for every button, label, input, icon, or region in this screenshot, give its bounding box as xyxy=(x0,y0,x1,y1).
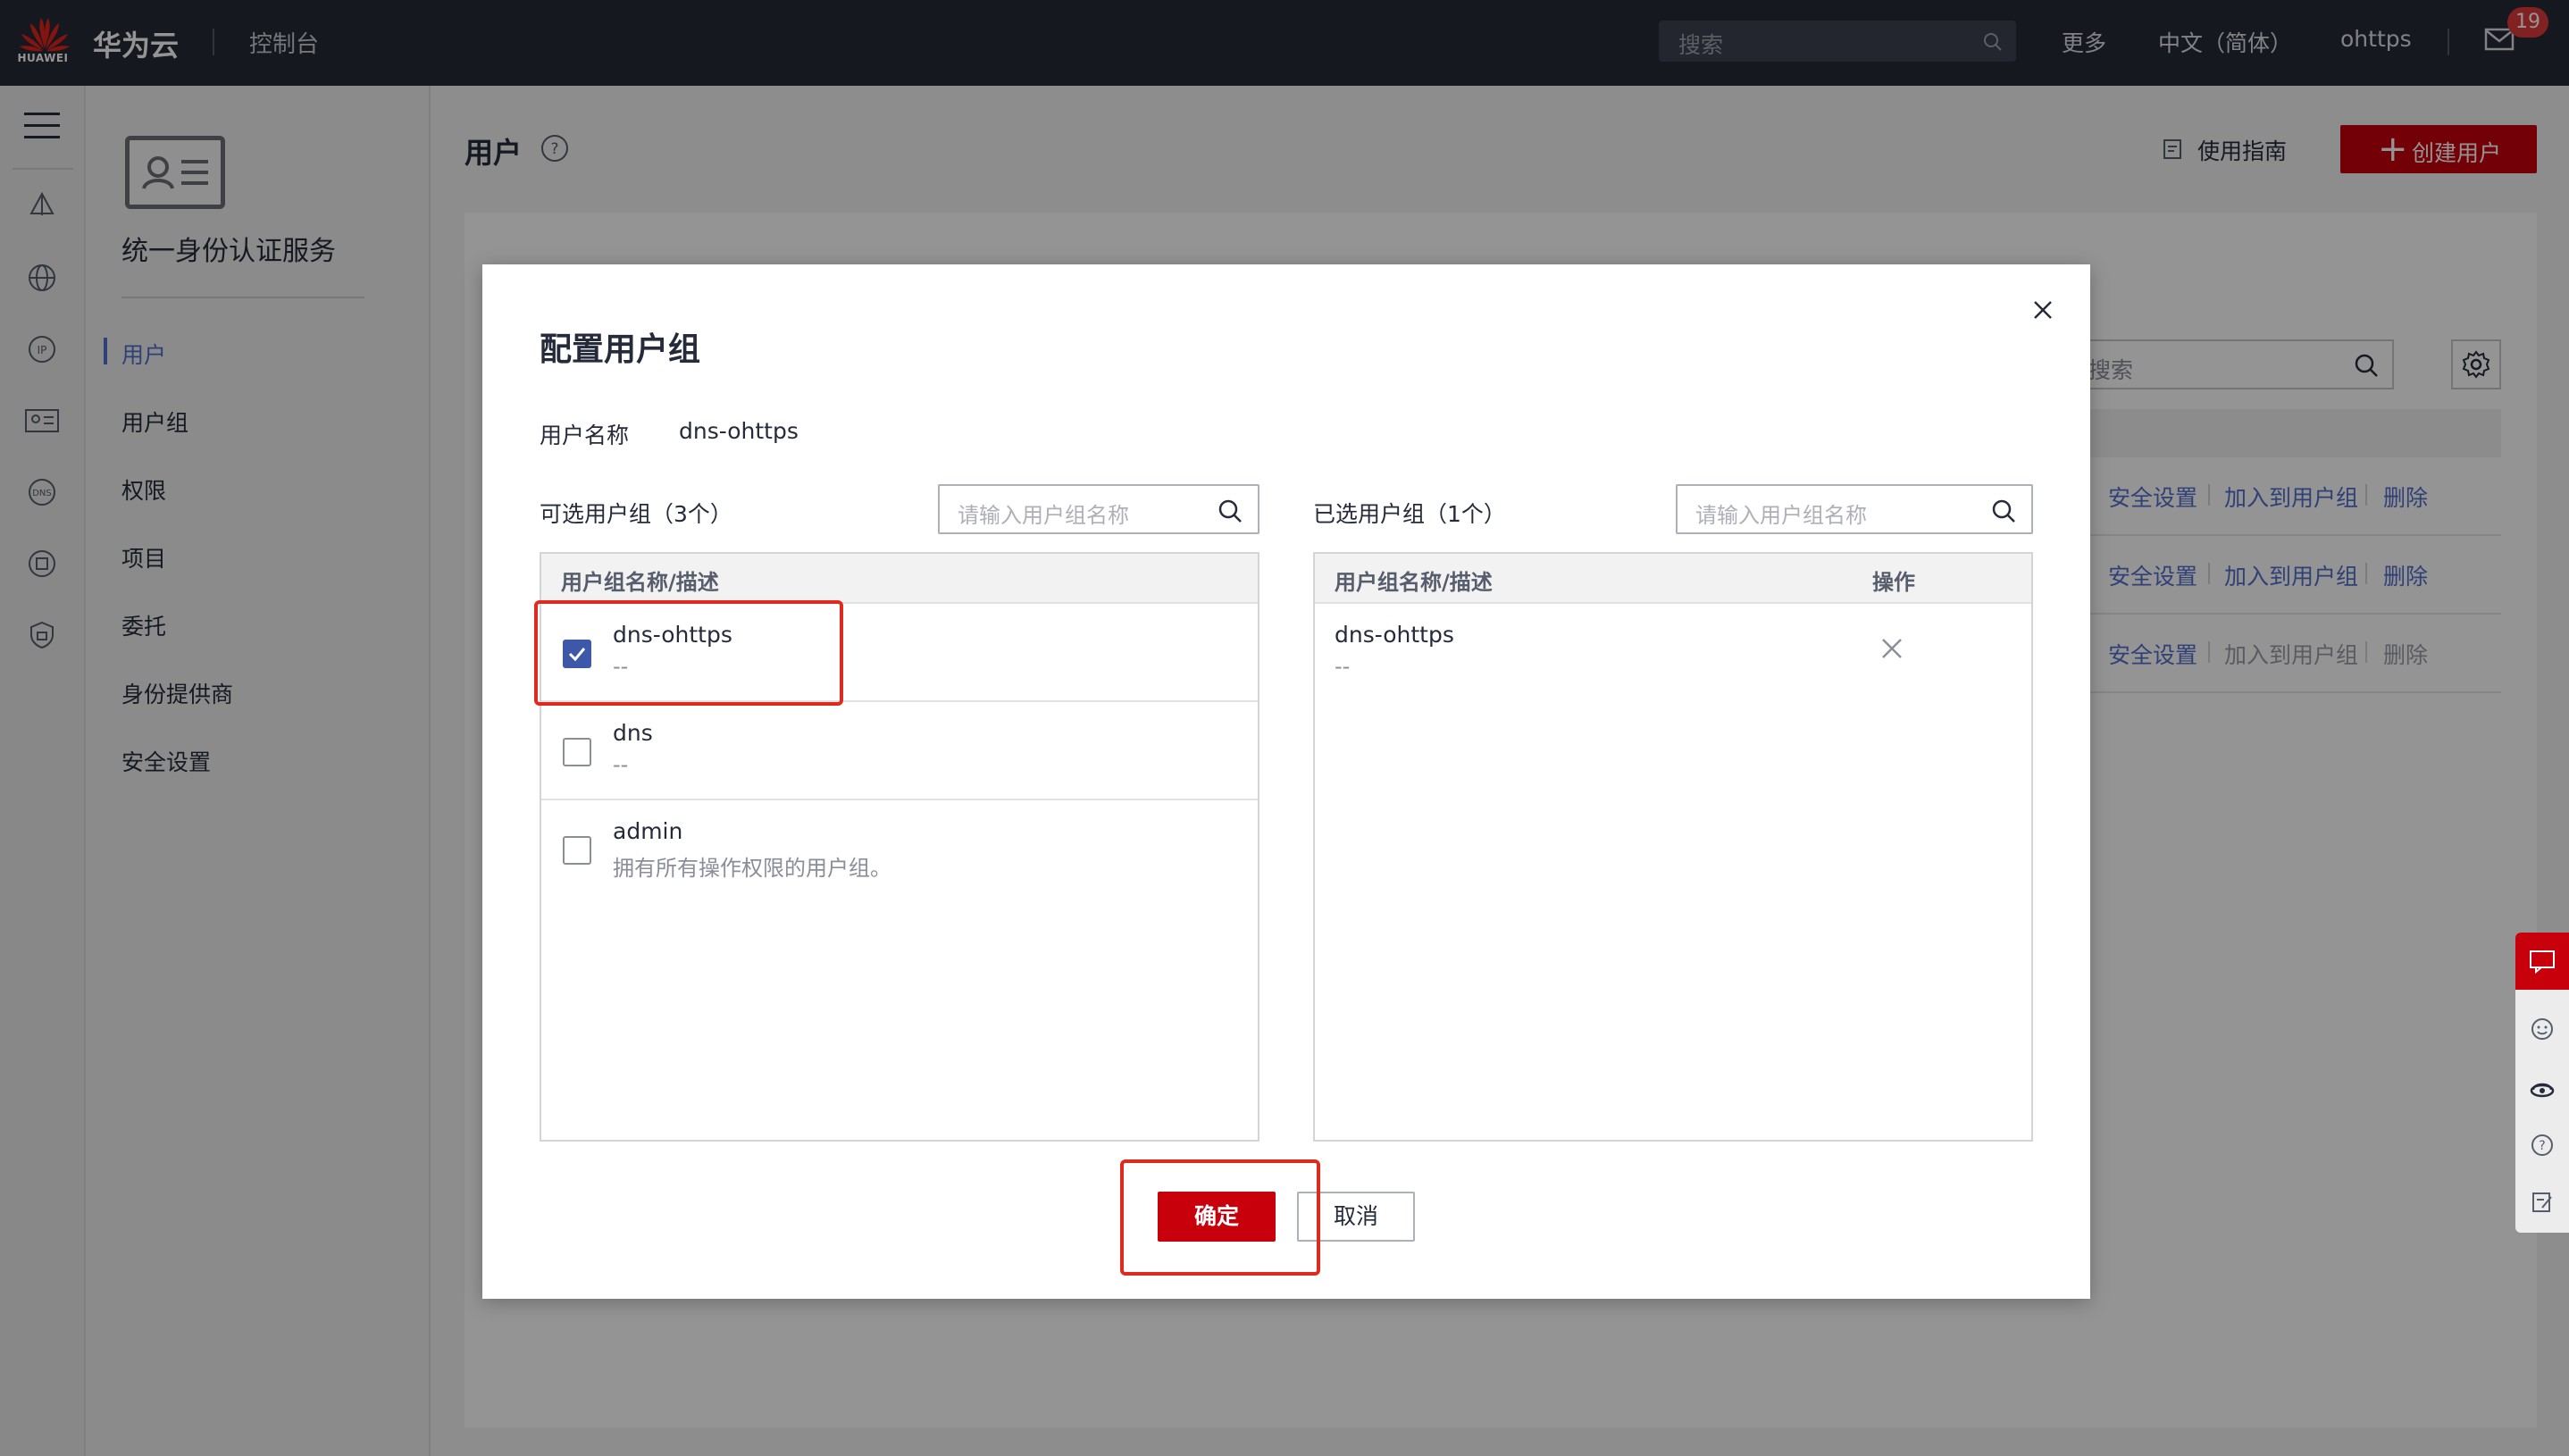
table-row[interactable]: dns -- xyxy=(541,702,1258,800)
group-description: -- xyxy=(1335,654,1351,679)
question-icon[interactable]: ? xyxy=(2524,1127,2560,1163)
search-icon[interactable] xyxy=(1217,498,1243,524)
group-name: admin xyxy=(613,818,683,844)
selected-groups-title: 已选用户组（1个） xyxy=(1313,501,1506,527)
remove-icon[interactable] xyxy=(1879,636,1904,661)
table-row[interactable]: admin 拥有所有操作权限的用户组。 xyxy=(541,800,1258,899)
group-name: dns-ohttps xyxy=(1335,622,1454,648)
annotation-highlight-checked-group xyxy=(534,600,843,706)
column-header-group-name: 用户组名称/描述 xyxy=(561,570,719,595)
search-icon[interactable] xyxy=(1990,498,2017,524)
username-value: dns-ohttps xyxy=(679,418,799,444)
search-placeholder: 请输入用户组名称 xyxy=(958,503,1129,528)
headset-icon[interactable] xyxy=(2524,1070,2560,1106)
annotation-highlight-confirm xyxy=(1120,1159,1320,1276)
group-description: -- xyxy=(613,752,629,777)
selected-groups-search-input[interactable]: 请输入用户组名称 xyxy=(1676,484,2033,534)
dialog-title: 配置用户组 xyxy=(540,331,701,368)
smile-icon[interactable] xyxy=(2524,1011,2560,1047)
edit-note-icon[interactable] xyxy=(2524,1184,2560,1220)
available-groups-title: 可选用户组（3个） xyxy=(540,501,732,527)
selected-groups-table: 用户组名称/描述 操作 dns-ohttps -- xyxy=(1313,552,2033,1142)
column-header-group-name: 用户组名称/描述 xyxy=(1335,570,1493,595)
chat-icon xyxy=(2530,950,2555,974)
username-label: 用户名称 xyxy=(540,423,630,448)
table-header: 用户组名称/描述 xyxy=(541,554,1258,604)
close-icon[interactable] xyxy=(2029,297,2056,323)
table-header: 用户组名称/描述 操作 xyxy=(1315,554,2031,604)
group-checkbox[interactable] xyxy=(563,738,591,766)
group-description: 拥有所有操作权限的用户组。 xyxy=(613,856,891,881)
group-name: dns xyxy=(613,720,653,746)
search-placeholder: 请输入用户组名称 xyxy=(1695,503,1867,528)
column-header-action: 操作 xyxy=(1872,570,1915,595)
svg-text:?: ? xyxy=(2539,1139,2545,1153)
table-row: dns-ohttps -- xyxy=(1315,604,2031,702)
available-groups-search-input[interactable]: 请输入用户组名称 xyxy=(938,484,1259,534)
feedback-button[interactable] xyxy=(2515,933,2569,990)
group-checkbox[interactable] xyxy=(563,836,591,865)
